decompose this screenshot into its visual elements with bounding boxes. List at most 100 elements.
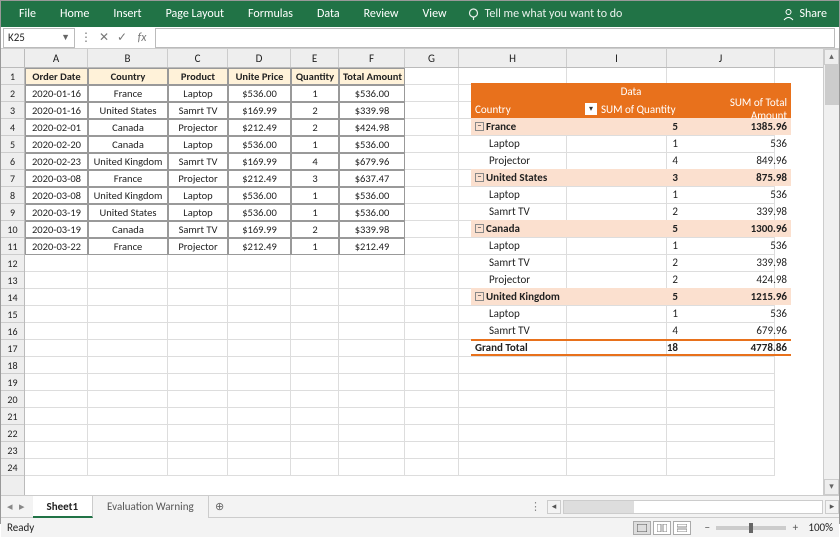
fx-icon[interactable]: fx (133, 31, 151, 45)
cell[interactable] (405, 238, 459, 255)
cell[interactable] (405, 272, 459, 289)
cell[interactable] (88, 459, 168, 476)
cell[interactable]: $339.98 (339, 221, 405, 238)
cell[interactable] (291, 306, 339, 323)
cell[interactable] (459, 408, 567, 425)
pivot-item[interactable]: Samrt TV4679.96 (471, 322, 791, 339)
cell[interactable] (228, 357, 291, 374)
cell[interactable] (405, 340, 459, 357)
cell[interactable] (228, 306, 291, 323)
cell[interactable] (339, 391, 405, 408)
cell[interactable] (405, 306, 459, 323)
cell[interactable]: Canada (88, 221, 168, 238)
pivot-item[interactable]: Laptop1536 (471, 305, 791, 322)
cell[interactable]: $212.49 (228, 238, 291, 255)
cell[interactable] (567, 391, 667, 408)
cell[interactable] (88, 374, 168, 391)
row-header[interactable]: 13 (1, 272, 24, 289)
cell[interactable]: France (88, 170, 168, 187)
cell[interactable] (25, 272, 88, 289)
cell[interactable]: $212.49 (228, 170, 291, 187)
tab-evaluation[interactable]: Evaluation Warning (93, 496, 209, 518)
cell[interactable] (567, 357, 667, 374)
cell[interactable]: $536.00 (228, 204, 291, 221)
ribbon-tab-home[interactable]: Home (48, 1, 101, 27)
cell[interactable] (168, 255, 228, 272)
cell[interactable] (405, 119, 459, 136)
cell[interactable]: $169.99 (228, 102, 291, 119)
collapse-icon[interactable]: − (475, 122, 484, 131)
cell[interactable] (405, 459, 459, 476)
zoom-in-icon[interactable]: + (788, 521, 802, 534)
cell[interactable]: $536.00 (339, 136, 405, 153)
cell[interactable] (25, 408, 88, 425)
ribbon-tab-view[interactable]: View (411, 1, 459, 27)
collapse-icon[interactable]: − (475, 224, 484, 233)
cell[interactable] (228, 272, 291, 289)
cell[interactable] (667, 391, 775, 408)
cell[interactable]: 2020-01-16 (25, 85, 88, 102)
scroll-right-icon[interactable]: ▸ (825, 500, 839, 514)
cell[interactable]: Quantity (291, 68, 339, 85)
cell[interactable] (228, 391, 291, 408)
row-header[interactable]: 1 (1, 68, 24, 85)
pivot-group[interactable]: −United Kingdom51215.96 (471, 288, 791, 305)
cell[interactable] (405, 255, 459, 272)
cell[interactable]: Country (88, 68, 168, 85)
row-header[interactable]: 11 (1, 238, 24, 255)
cell[interactable]: $536.00 (339, 85, 405, 102)
view-layout-icon[interactable] (653, 521, 671, 535)
cell[interactable] (228, 408, 291, 425)
row-header[interactable]: 5 (1, 136, 24, 153)
cell[interactable]: 2020-03-22 (25, 238, 88, 255)
col-header[interactable]: F (339, 49, 405, 67)
col-header[interactable]: D (228, 49, 291, 67)
cell[interactable] (405, 68, 459, 85)
col-header[interactable]: G (405, 49, 459, 67)
pivot-table[interactable]: DataCountry▾SUM of QuantitySUM of Total … (471, 83, 791, 356)
pivot-item[interactable]: Projector4849.96 (471, 152, 791, 169)
cell[interactable] (667, 357, 775, 374)
cell[interactable]: $637.47 (339, 170, 405, 187)
row-header[interactable]: 15 (1, 306, 24, 323)
cell[interactable]: France (88, 85, 168, 102)
cell[interactable]: Projector (168, 238, 228, 255)
cell[interactable]: United States (88, 102, 168, 119)
cell[interactable] (459, 357, 567, 374)
zoom-out-icon[interactable]: − (700, 521, 714, 534)
pivot-item[interactable]: Samrt TV2339.98 (471, 254, 791, 271)
cell[interactable] (88, 306, 168, 323)
cell[interactable] (88, 408, 168, 425)
cell[interactable]: Laptop (168, 136, 228, 153)
cell[interactable]: Product (168, 68, 228, 85)
pivot-item[interactable]: Projector2424.98 (471, 271, 791, 288)
cell[interactable] (291, 408, 339, 425)
cell[interactable] (339, 272, 405, 289)
cell[interactable] (405, 170, 459, 187)
cell[interactable] (405, 425, 459, 442)
cell[interactable]: $536.00 (228, 187, 291, 204)
cell[interactable] (228, 374, 291, 391)
ribbon-tab-page-layout[interactable]: Page Layout (154, 1, 236, 27)
row-header[interactable]: 21 (1, 408, 24, 425)
cell[interactable]: $424.98 (339, 119, 405, 136)
cell[interactable]: 4 (291, 153, 339, 170)
cell[interactable] (567, 459, 667, 476)
cell[interactable]: 2020-03-08 (25, 187, 88, 204)
cell[interactable] (228, 442, 291, 459)
row-header[interactable]: 8 (1, 187, 24, 204)
cancel-icon[interactable]: ✕ (95, 30, 113, 45)
cell[interactable]: $212.49 (228, 119, 291, 136)
cell[interactable] (168, 306, 228, 323)
cell[interactable]: $679.96 (339, 153, 405, 170)
cell[interactable] (88, 340, 168, 357)
cell[interactable]: Samrt TV (168, 221, 228, 238)
cell[interactable]: 2 (291, 119, 339, 136)
cell[interactable] (405, 442, 459, 459)
cell[interactable] (339, 374, 405, 391)
row-header[interactable]: 10 (1, 221, 24, 238)
cell[interactable] (405, 408, 459, 425)
cell[interactable] (339, 408, 405, 425)
cell[interactable]: 1 (291, 187, 339, 204)
cell[interactable]: $536.00 (339, 204, 405, 221)
